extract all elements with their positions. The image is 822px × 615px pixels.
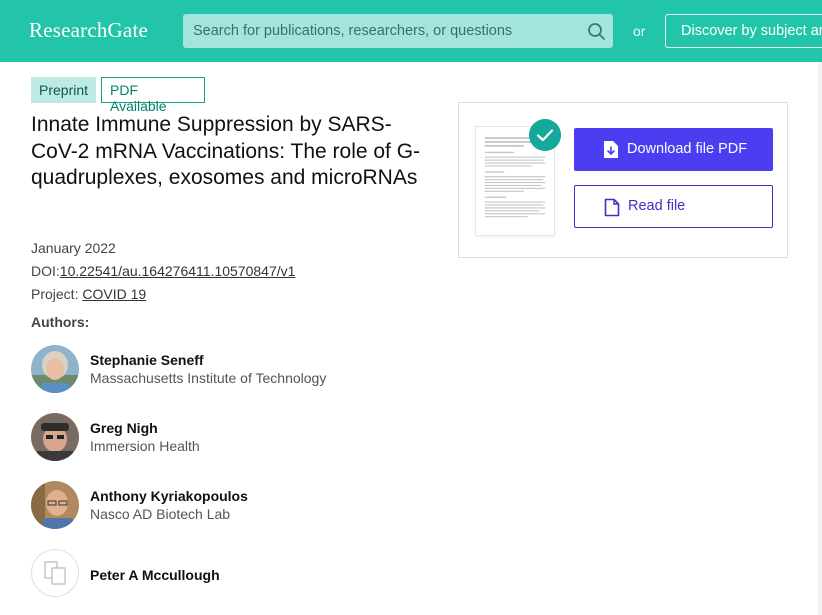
author-avatar[interactable]	[31, 413, 79, 461]
author-institution[interactable]: Nasco AD Biotech Lab	[90, 506, 230, 522]
publication-title: Innate Immune Suppression by SARS-CoV-2 …	[31, 113, 421, 189]
pdf-available-badge: PDF Available	[101, 77, 205, 114]
download-file-pdf-button[interactable]: Download file PDF	[574, 128, 773, 171]
author-name[interactable]: Peter A Mccullough	[90, 567, 220, 583]
check-icon	[529, 119, 561, 151]
author-item[interactable]: Stephanie Seneff Massachusetts Institute…	[31, 345, 411, 395]
researchgate-logo[interactable]: ResearchGate	[29, 18, 148, 43]
read-file-button[interactable]: Read file	[574, 185, 773, 228]
author-institution[interactable]: Massachusetts Institute of Technology	[90, 370, 326, 386]
author-name[interactable]: Anthony Kyriakopoulos	[90, 488, 248, 504]
search-input[interactable]: Search for publications, researchers, or…	[183, 14, 613, 48]
top-navigation-bar: ResearchGate Search for publications, re…	[0, 0, 822, 62]
author-item[interactable]: Greg Nigh Immersion Health	[31, 413, 411, 463]
publication-date: January 2022	[31, 240, 116, 256]
project-row: Project: COVID 19	[31, 286, 146, 302]
project-label: Project:	[31, 286, 79, 302]
doi-label: DOI:	[31, 263, 60, 279]
author-institution[interactable]: Immersion Health	[90, 438, 200, 454]
search-placeholder: Search for publications, researchers, or…	[193, 23, 513, 39]
project-link[interactable]: COVID 19	[82, 286, 146, 302]
download-file-icon	[604, 141, 618, 158]
author-item[interactable]: Peter A Mccullough	[31, 549, 411, 599]
author-name[interactable]: Greg Nigh	[90, 420, 158, 436]
author-avatar[interactable]	[31, 481, 79, 529]
search-icon[interactable]	[586, 21, 606, 41]
download-card: Download file PDF Read file	[458, 102, 788, 258]
doi-row: DOI:10.22541/au.164276411.10570847/v1	[31, 263, 295, 279]
author-avatar-placeholder-icon[interactable]	[31, 549, 79, 597]
read-button-label: Read file	[628, 198, 686, 214]
or-label: or	[633, 23, 646, 39]
authors-heading: Authors:	[31, 314, 90, 330]
file-icon	[604, 198, 620, 217]
discover-by-subject-button[interactable]: Discover by subject area	[665, 14, 822, 48]
author-avatar[interactable]	[31, 345, 79, 393]
scrollbar-track[interactable]	[818, 62, 822, 615]
doi-link[interactable]: 10.22541/au.164276411.10570847/v1	[60, 263, 296, 279]
author-item[interactable]: Anthony Kyriakopoulos Nasco AD Biotech L…	[31, 481, 411, 531]
download-button-label: Download file PDF	[627, 141, 748, 157]
author-name[interactable]: Stephanie Seneff	[90, 352, 204, 368]
preprint-badge: Preprint	[31, 77, 96, 103]
